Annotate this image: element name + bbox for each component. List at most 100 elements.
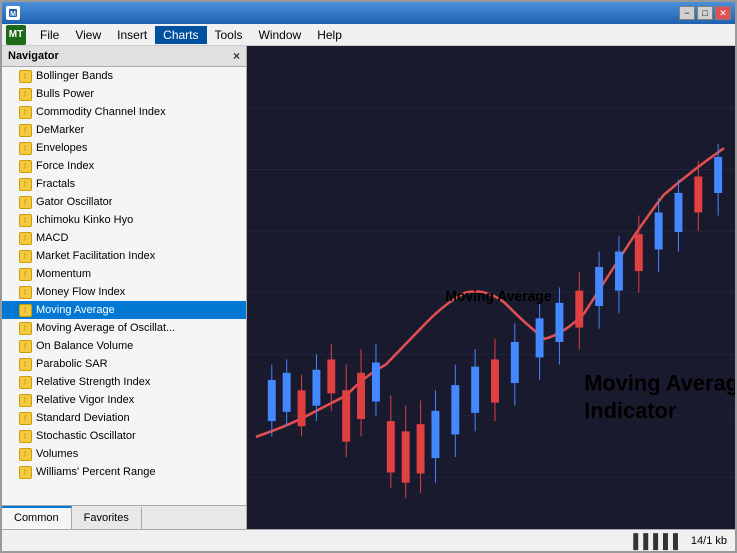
indicator-icon: f <box>18 339 32 353</box>
indicator-icon: f <box>18 393 32 407</box>
list-item[interactable]: f DeMarker <box>2 121 246 139</box>
indicator-label: Commodity Channel Index <box>36 106 166 118</box>
list-item[interactable]: f On Balance Volume <box>2 337 246 355</box>
navigator-label: Navigator <box>8 50 59 62</box>
app-logo: MT <box>6 25 26 45</box>
list-item[interactable]: fStochastic Oscillator <box>2 427 246 445</box>
navigator-panel: Navigator × f Bollinger Bands f Bulls Power… <box>2 46 247 529</box>
indicator-icon: f <box>18 123 32 137</box>
minimize-button[interactable]: − <box>679 6 695 20</box>
menu-view[interactable]: View <box>67 26 109 44</box>
indicator-icon: f <box>18 87 32 101</box>
chart-area[interactable]: Moving Average Moving Average Indicator <box>247 46 735 529</box>
menu-charts[interactable]: Charts <box>155 26 206 44</box>
indicator-icon: f <box>18 285 32 299</box>
tab-favorites[interactable]: Favorites <box>72 506 142 529</box>
list-item[interactable]: f Moving Average of Oscillat... <box>2 319 246 337</box>
list-item[interactable]: f Force Index <box>2 157 246 175</box>
indicator-list: f Bollinger Bands f Bulls Power f Commodity C… <box>2 67 246 481</box>
indicator-icon: f <box>18 357 32 371</box>
list-item[interactable]: f Commodity Channel Index <box>2 103 246 121</box>
indicator-label: Money Flow Index <box>36 286 125 298</box>
bars-icon: ▌▌▌▌▌ <box>633 533 683 549</box>
indicator-label: Relative Vigor Index <box>36 394 134 406</box>
list-item[interactable]: f Gator Oscillator <box>2 193 246 211</box>
file-size: 14/1 kb <box>691 535 727 547</box>
indicator-icon: f <box>18 375 32 389</box>
indicator-label: Moving Average of Oscillat... <box>36 322 175 334</box>
navigator-close-button[interactable]: × <box>233 49 240 63</box>
indicator-label: Williams' Percent Range <box>36 466 155 478</box>
indicator-icon: f <box>18 141 32 155</box>
indicator-label: Bulls Power <box>36 88 94 100</box>
indicator-label: Force Index <box>36 160 94 172</box>
indicator-label: Momentum <box>36 268 91 280</box>
indicator-icon: f <box>18 267 32 281</box>
list-item[interactable]: f Relative Strength Index <box>2 373 246 391</box>
nav-tabs: Common Favorites <box>2 505 246 529</box>
list-item[interactable]: f Market Facilitation Index <box>2 247 246 265</box>
menu-tools[interactable]: Tools <box>207 26 251 44</box>
indicator-icon: f <box>18 195 32 209</box>
list-item[interactable]: f Volumes <box>2 445 246 463</box>
list-item[interactable]: f Ichimoku Kinko Hyo <box>2 211 246 229</box>
chart-svg: Moving Average Moving Average Indicator <box>247 46 735 529</box>
svg-text:M: M <box>10 11 16 18</box>
title-bar: M − □ ✕ <box>2 2 735 24</box>
indicator-icon: f <box>18 105 32 119</box>
list-item[interactable]: f MACD <box>2 229 246 247</box>
indicator-label: Bollinger Bands <box>36 70 113 82</box>
indicator-icon: f <box>18 177 32 191</box>
navigator-title-bar: Navigator × <box>2 46 246 67</box>
menu-file[interactable]: File <box>32 26 67 44</box>
menu-window[interactable]: Window <box>251 26 310 44</box>
list-item[interactable]: f Relative Vigor Index <box>2 391 246 409</box>
indicator-label: Moving Average <box>36 304 115 316</box>
indicator-label: Parabolic SAR <box>36 358 108 370</box>
indicator-icon: f <box>18 231 32 245</box>
close-button[interactable]: ✕ <box>715 6 731 20</box>
tab-common[interactable]: Common <box>2 506 72 529</box>
indicator-label: Volumes <box>36 448 78 460</box>
indicator-icon: f <box>18 159 32 173</box>
indicator-icon: f <box>18 429 32 443</box>
title-bar-left: M <box>6 6 20 20</box>
indicator-icon: f <box>18 321 32 335</box>
menu-help[interactable]: Help <box>309 26 350 44</box>
list-item[interactable]: f Bulls Power <box>2 85 246 103</box>
indicator-label: On Balance Volume <box>36 340 133 352</box>
indicator-label: Standard Deviation <box>36 412 130 424</box>
maximize-button[interactable]: □ <box>697 6 713 20</box>
indicator-icon: f <box>18 411 32 425</box>
menu-insert[interactable]: Insert <box>109 26 155 44</box>
indicator-label: DeMarker <box>36 124 84 136</box>
indicator-icon: f <box>18 249 32 263</box>
list-item[interactable]: f Standard Deviation <box>2 409 246 427</box>
indicator-label: Market Facilitation Index <box>36 250 155 262</box>
list-item[interactable]: fEnvelopes <box>2 139 246 157</box>
list-item[interactable]: f Parabolic SAR <box>2 355 246 373</box>
indicator-label: Ichimoku Kinko Hyo <box>36 214 133 226</box>
indicator-label: Relative Strength Index <box>36 376 150 388</box>
list-item[interactable]: f Momentum <box>2 265 246 283</box>
list-item[interactable]: f Money Flow Index <box>2 283 246 301</box>
indicator-icon: f <box>18 447 32 461</box>
indicator-label: Fractals <box>36 178 75 190</box>
main-window: M − □ ✕ MT File View Insert Charts Tools… <box>0 0 737 553</box>
status-bar: ▌▌▌▌▌ 14/1 kb <box>2 529 735 551</box>
svg-text:Moving Average: Moving Average <box>445 288 551 304</box>
title-bar-controls: − □ ✕ <box>679 6 731 20</box>
indicator-icon: f <box>18 69 32 83</box>
list-item[interactable]: fMoving Average <box>2 301 246 319</box>
app-icon: M <box>6 6 20 20</box>
svg-text:Moving Average: Moving Average <box>584 370 735 395</box>
list-item[interactable]: f Bollinger Bands <box>2 67 246 85</box>
menu-bar: MT File View Insert Charts Tools Window … <box>2 24 735 46</box>
indicator-icon: f <box>18 465 32 479</box>
indicator-label: MACD <box>36 232 68 244</box>
list-item[interactable]: f Fractals <box>2 175 246 193</box>
nav-list-container[interactable]: f Bollinger Bands f Bulls Power f Commodity C… <box>2 67 246 505</box>
indicator-label: Gator Oscillator <box>36 196 112 208</box>
list-item[interactable]: f Williams' Percent Range <box>2 463 246 481</box>
indicator-icon: f <box>18 213 32 227</box>
